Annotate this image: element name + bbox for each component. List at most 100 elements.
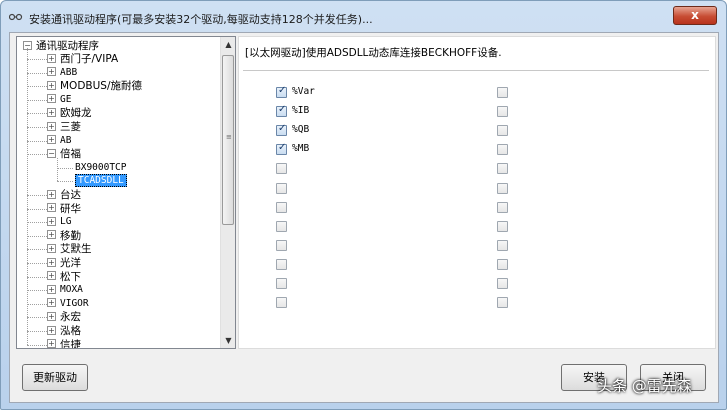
scrollbar-thumb[interactable]: ≡: [222, 55, 234, 225]
tree-item[interactable]: − 倍福: [47, 147, 81, 161]
tree-item[interactable]: + 三菱: [47, 120, 81, 134]
expand-icon[interactable]: +: [47, 298, 56, 308]
tree-item-label: 移勤: [60, 229, 81, 242]
tag-checkbox[interactable]: [276, 239, 287, 251]
scroll-up-icon[interactable]: ▲: [221, 37, 235, 52]
tree-scrollbar[interactable]: ▲ ≡ ▼: [220, 37, 235, 348]
tag-checkbox[interactable]: [497, 297, 508, 309]
tree-connector-line: [27, 263, 47, 264]
tag-checkbox[interactable]: [497, 201, 508, 213]
tree-root-label: 通讯驱动程序: [36, 40, 99, 52]
tag-checkbox[interactable]: [276, 278, 287, 289]
expand-icon[interactable]: +: [47, 94, 56, 104]
tag-checkbox[interactable]: ✓: [276, 123, 287, 137]
tag-checkbox[interactable]: [276, 182, 287, 194]
expand-icon[interactable]: +: [47, 284, 56, 294]
tree-item[interactable]: + 艾默生: [47, 242, 92, 256]
tree-item-label: 台达: [60, 189, 81, 201]
expand-icon[interactable]: +: [47, 257, 56, 267]
tag-checkbox[interactable]: [276, 220, 287, 232]
tree-child-item[interactable]: TCADSDLL: [75, 174, 127, 188]
tag-checkbox[interactable]: ✓: [276, 85, 287, 98]
tree-connector-line: [27, 195, 47, 196]
tree-item[interactable]: + 移勤: [47, 229, 81, 243]
tag-checkbox[interactable]: ✓: [276, 142, 287, 156]
tag-checkbox[interactable]: [497, 278, 508, 289]
scroll-down-icon[interactable]: ▼: [221, 333, 235, 348]
tree-child-item[interactable]: BX9000TCP: [75, 161, 126, 175]
tag-checkbox[interactable]: [497, 87, 508, 98]
tree-connector-line: [27, 331, 47, 332]
expand-icon[interactable]: +: [47, 80, 56, 90]
tree-item-label: 泓格: [60, 325, 81, 337]
tree-item[interactable]: + MODBUS/施耐德: [47, 79, 142, 93]
tag-checkbox[interactable]: [276, 201, 287, 213]
title-bar[interactable]: 安装通讯驱动程序(可最多安装32个驱动,每驱动支持128个并发任务)... x: [1, 1, 726, 31]
driver-tree[interactable]: − 通讯驱动程序 + 西门子/VIPA + ABB + MODBUS/施耐德 + GE + 欧姆龙 +…: [17, 37, 220, 348]
tree-connector-line: [27, 290, 47, 292]
tree-item[interactable]: + 研华: [47, 202, 81, 216]
tree-connector-line: [27, 235, 47, 237]
tree-item-label: 研华: [60, 202, 81, 215]
expand-icon[interactable]: +: [47, 339, 56, 348]
tag-checkbox[interactable]: [276, 297, 287, 309]
tree-item-label: 光洋: [60, 257, 81, 269]
tag-checkbox[interactable]: [497, 144, 508, 156]
update-driver-button[interactable]: 更新驱动: [22, 364, 88, 391]
driver-tree-panel: − 通讯驱动程序 + 西门子/VIPA + ABB + MODBUS/施耐德 + GE + 欧姆龙 +…: [16, 36, 236, 349]
tree-item-label: 欧姆龙: [60, 107, 92, 120]
tree-item[interactable]: + 松下: [47, 270, 81, 284]
expand-icon[interactable]: +: [47, 67, 56, 77]
expand-icon[interactable]: +: [47, 230, 56, 240]
tag-checkbox[interactable]: [497, 239, 508, 251]
tree-item[interactable]: + 欧姆龙: [47, 106, 92, 120]
tag-checkbox-label: %IB: [292, 105, 310, 117]
tree-item[interactable]: + VIGOR: [47, 297, 89, 311]
tag-checkbox[interactable]: [276, 163, 287, 175]
tree-item[interactable]: + 光洋: [47, 256, 81, 270]
expand-icon[interactable]: +: [47, 53, 56, 63]
expand-icon[interactable]: +: [47, 271, 56, 281]
expand-icon[interactable]: +: [47, 216, 56, 226]
expand-icon[interactable]: +: [47, 189, 56, 199]
collapse-icon[interactable]: −: [47, 148, 56, 158]
tree-item-label: 松下: [60, 270, 81, 283]
checkmark-icon: ✓: [278, 104, 287, 116]
expand-icon[interactable]: +: [47, 121, 56, 131]
expand-icon[interactable]: +: [47, 107, 56, 117]
tree-connector-line: [57, 167, 73, 169]
tree-item[interactable]: + ABB: [47, 66, 77, 80]
divider: [243, 70, 709, 71]
expand-icon[interactable]: +: [47, 325, 56, 335]
watermark: 头条 @雷先森: [597, 377, 692, 395]
tree-connector-line: [57, 181, 73, 183]
close-window-button[interactable]: x: [673, 6, 717, 25]
tree-item[interactable]: + 台达: [47, 188, 81, 202]
tag-checkbox[interactable]: [497, 125, 508, 137]
tag-checkbox[interactable]: [276, 258, 287, 270]
tag-checkbox-label: %Var: [292, 86, 315, 97]
expand-icon[interactable]: +: [47, 203, 56, 213]
tree-connector-line: [27, 59, 47, 60]
tree-item[interactable]: + GE: [47, 93, 71, 107]
tree-item[interactable]: + 泓格: [47, 324, 81, 338]
tree-root[interactable]: − 通讯驱动程序: [23, 39, 99, 53]
tag-checkbox[interactable]: [497, 106, 508, 118]
tree-connector-line: [27, 317, 47, 319]
tag-checkbox[interactable]: [497, 182, 508, 194]
tree-item[interactable]: + 西门子/VIPA: [47, 52, 118, 66]
tag-checkbox[interactable]: ✓: [276, 104, 287, 118]
tag-checkbox[interactable]: [497, 163, 508, 175]
tree-item[interactable]: + MOXA: [47, 283, 83, 297]
tree-item[interactable]: + LG: [47, 215, 71, 229]
tree-item[interactable]: + AB: [47, 134, 71, 148]
tag-checkbox[interactable]: [497, 258, 508, 270]
tree-item-label: ABB: [60, 66, 78, 78]
expand-icon[interactable]: +: [47, 135, 56, 145]
tree-item[interactable]: + 永宏: [47, 310, 81, 324]
expand-icon[interactable]: +: [47, 243, 56, 253]
tag-checkbox[interactable]: [497, 220, 508, 232]
tree-connector-line: [27, 344, 47, 346]
expand-icon[interactable]: +: [47, 311, 56, 321]
tree-item[interactable]: + 信捷: [47, 338, 81, 348]
